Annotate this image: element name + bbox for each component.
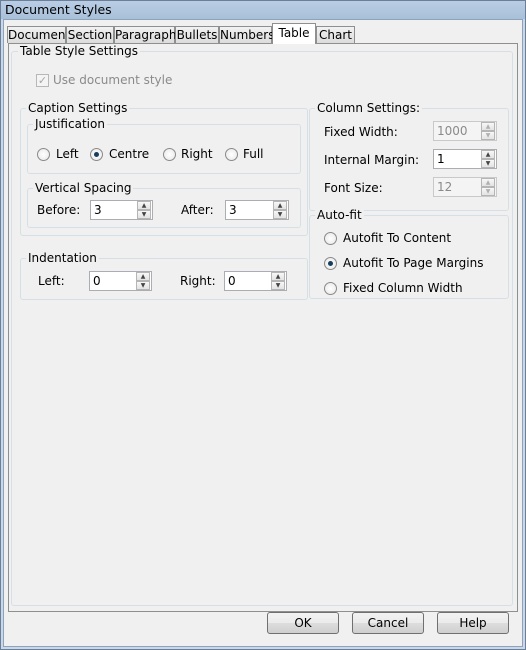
fixed-width-down-arrow-icon[interactable]: ▼ xyxy=(481,131,495,140)
justify-right-radio[interactable] xyxy=(163,148,176,161)
justify-left-radio[interactable] xyxy=(37,148,50,161)
indent-right-value: 0 xyxy=(228,274,236,288)
fixed-width-spin-arrows: ▲ ▼ xyxy=(481,122,496,140)
internal-margin-down-arrow-icon[interactable]: ▼ xyxy=(481,159,495,168)
justify-centre-label: Centre xyxy=(109,147,150,161)
fixed-width-label: Fixed Width: xyxy=(324,125,398,139)
use-document-style-label: Use document style xyxy=(53,73,173,87)
after-label: After: xyxy=(181,203,214,217)
justify-left-label: Left xyxy=(56,147,79,161)
autofit-content-label: Autofit To Content xyxy=(343,231,452,245)
indent-left-up-arrow-icon[interactable]: ▲ xyxy=(136,272,150,281)
font-size-label: Font Size: xyxy=(324,181,383,195)
tab-paragraph[interactable]: Paragraph xyxy=(114,26,176,43)
justify-centre-radio[interactable] xyxy=(90,148,103,161)
tab-document[interactable]: Document xyxy=(7,26,70,43)
fixed-width-up-arrow-icon[interactable]: ▲ xyxy=(481,122,495,131)
indent-right-down-arrow-icon[interactable]: ▼ xyxy=(271,281,285,290)
tab-table[interactable]: Table xyxy=(272,23,316,44)
indent-left-label: Left: xyxy=(38,274,65,288)
font-size-spin-arrows: ▲ ▼ xyxy=(481,178,496,196)
indent-right-spin-arrows: ▲ ▼ xyxy=(271,272,286,290)
font-size-spinbox[interactable]: 12 ▲ ▼ xyxy=(433,177,497,197)
fixed-column-width-label: Fixed Column Width xyxy=(343,281,463,295)
before-label: Before: xyxy=(37,203,81,217)
indent-left-spinbox[interactable]: 0 ▲ ▼ xyxy=(89,271,152,291)
fixed-width-value: 1000 xyxy=(437,124,468,138)
autofit-page-margins-label: Autofit To Page Margins xyxy=(343,256,484,270)
indent-right-label: Right: xyxy=(180,274,216,288)
tab-chart[interactable]: Chart xyxy=(316,26,355,43)
after-spin-arrows: ▲ ▼ xyxy=(273,201,288,219)
before-up-arrow-icon[interactable]: ▲ xyxy=(137,201,151,210)
after-spinbox[interactable]: 3 ▲ ▼ xyxy=(225,200,289,220)
ok-button[interactable]: OK xyxy=(267,612,339,634)
after-down-arrow-icon[interactable]: ▼ xyxy=(273,210,287,219)
tab-section[interactable]: Section xyxy=(66,26,114,43)
window-title: Document Styles xyxy=(5,2,112,17)
column-settings-group: Column Settings: Fixed Width: 1000 ▲ ▼ I… xyxy=(309,101,509,211)
fixed-width-spinbox[interactable]: 1000 ▲ ▼ xyxy=(433,121,497,141)
internal-margin-up-arrow-icon[interactable]: ▲ xyxy=(481,150,495,159)
autofit-title: Auto-fit xyxy=(315,208,364,222)
fixed-column-width-radio[interactable] xyxy=(324,282,337,295)
font-size-up-arrow-icon[interactable]: ▲ xyxy=(481,178,495,187)
indent-left-down-arrow-icon[interactable]: ▼ xyxy=(136,281,150,290)
justify-full-radio[interactable] xyxy=(225,148,238,161)
indentation-group: Indentation Left: 0 ▲ ▼ Right: 0 ▲ ▼ xyxy=(20,251,308,300)
before-spin-arrows: ▲ ▼ xyxy=(137,201,152,219)
autofit-group: Auto-fit Autofit To Content Autofit To P… xyxy=(309,208,509,299)
document-styles-window: Document Styles Document Section Paragra… xyxy=(0,0,526,650)
tab-bullets[interactable]: Bullets xyxy=(175,26,219,43)
help-button[interactable]: Help xyxy=(437,612,509,634)
vertical-spacing-group: Vertical Spacing Before: 3 ▲ ▼ After: 3 xyxy=(27,181,301,228)
indent-left-value: 0 xyxy=(93,274,101,288)
table-style-settings-title: Table Style Settings xyxy=(18,44,141,58)
justification-title: Justification xyxy=(33,117,107,131)
autofit-content-radio[interactable] xyxy=(324,232,337,245)
justification-group: Justification Left Centre Right Full xyxy=(27,117,301,174)
font-size-down-arrow-icon[interactable]: ▼ xyxy=(481,187,495,196)
indent-right-spinbox[interactable]: 0 ▲ ▼ xyxy=(224,271,287,291)
internal-margin-spin-arrows: ▲ ▼ xyxy=(481,150,496,168)
table-tab-page: Table Style Settings ✓ Use document styl… xyxy=(8,43,518,612)
vertical-spacing-title: Vertical Spacing xyxy=(33,181,134,195)
justify-full-label: Full xyxy=(243,147,264,161)
table-style-settings-group: Table Style Settings ✓ Use document styl… xyxy=(11,44,513,606)
internal-margin-label: Internal Margin: xyxy=(324,153,420,167)
indent-left-spin-arrows: ▲ ▼ xyxy=(136,272,151,290)
use-document-style-checkbox[interactable]: ✓ xyxy=(36,74,49,87)
internal-margin-spinbox[interactable]: 1 ▲ ▼ xyxy=(433,149,497,169)
justify-right-label: Right xyxy=(181,147,213,161)
internal-margin-value: 1 xyxy=(437,152,445,166)
indentation-title: Indentation xyxy=(26,251,99,265)
autofit-page-margins-radio[interactable] xyxy=(324,257,337,270)
before-down-arrow-icon[interactable]: ▼ xyxy=(137,210,151,219)
dialog-client: Document Section Paragraph Bullets Numbe… xyxy=(3,19,523,647)
caption-settings-group: Caption Settings Justification Left Cent… xyxy=(20,101,308,236)
after-up-arrow-icon[interactable]: ▲ xyxy=(273,201,287,210)
before-spinbox[interactable]: 3 ▲ ▼ xyxy=(90,200,153,220)
title-bar[interactable]: Document Styles xyxy=(1,1,525,19)
font-size-value: 12 xyxy=(437,180,453,194)
tab-numbers[interactable]: Numbers xyxy=(219,26,274,43)
before-value: 3 xyxy=(94,203,102,217)
after-value: 3 xyxy=(229,203,237,217)
indent-right-up-arrow-icon[interactable]: ▲ xyxy=(271,272,285,281)
cancel-button[interactable]: Cancel xyxy=(352,612,424,634)
column-settings-title: Column Settings: xyxy=(315,101,423,115)
caption-settings-title: Caption Settings xyxy=(26,101,130,115)
